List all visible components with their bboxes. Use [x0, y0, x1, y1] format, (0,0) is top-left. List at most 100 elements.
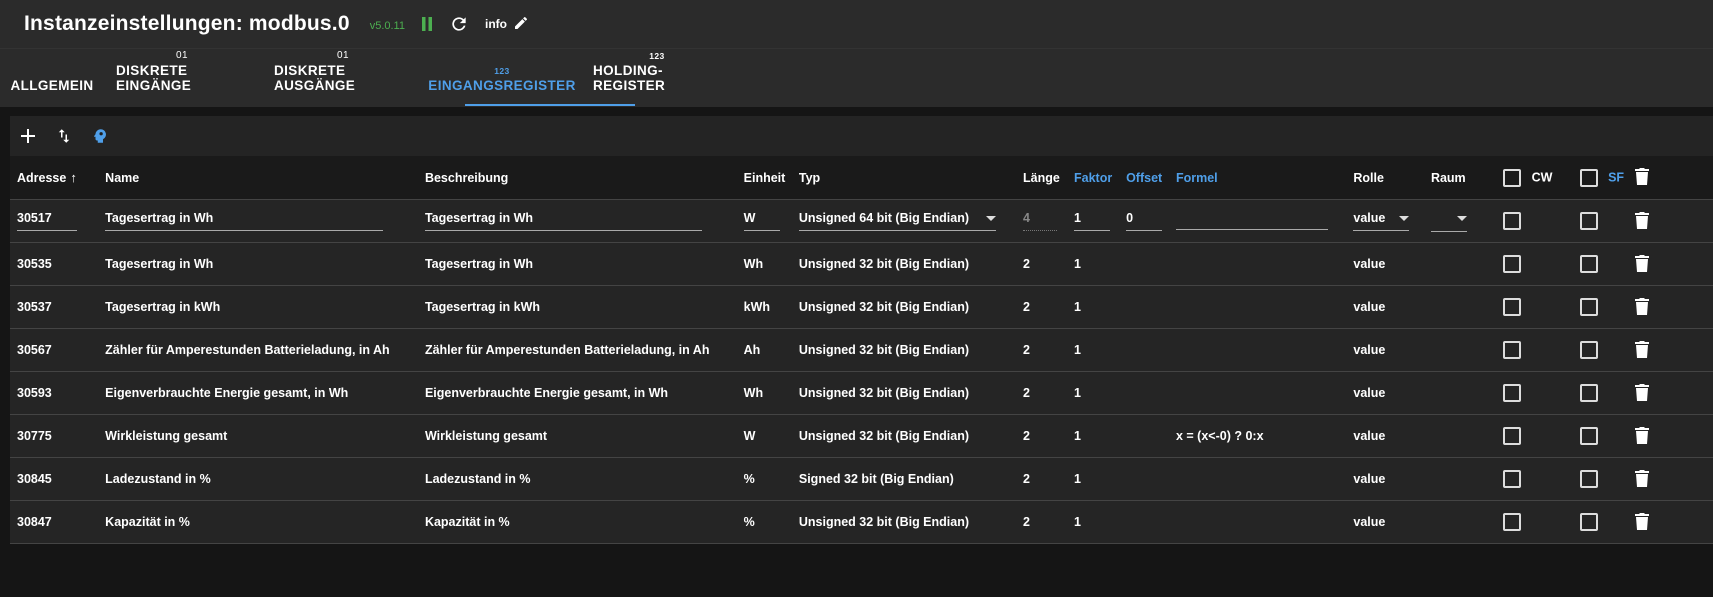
- cell-adresse[interactable]: 30847: [10, 500, 99, 544]
- cell-name[interactable]: Tagesertrag in kWh: [98, 285, 418, 329]
- col-rolle[interactable]: Rolle: [1346, 156, 1424, 200]
- cell-cw[interactable]: [1496, 414, 1573, 458]
- cell-delete[interactable]: [1627, 328, 1713, 372]
- cell-formel[interactable]: [1168, 285, 1347, 329]
- adresse-input[interactable]: 30517: [17, 211, 77, 231]
- cell-name[interactable]: Zähler für Amperestunden Batterieladung,…: [98, 328, 418, 372]
- cw-checkbox[interactable]: [1503, 513, 1522, 531]
- tab-diskrete-eingaenge[interactable]: 01 DISKRETE EINGÄNGE: [116, 49, 248, 107]
- cell-raum[interactable]: [1423, 500, 1497, 544]
- delete-icon[interactable]: [1634, 211, 1649, 229]
- cell-faktor[interactable]: 1: [1067, 371, 1120, 415]
- cell-einheit[interactable]: Ah: [736, 328, 792, 372]
- cell-offset[interactable]: [1119, 285, 1169, 329]
- cell-laenge[interactable]: 2: [1016, 500, 1068, 544]
- cell-raum[interactable]: [1423, 371, 1497, 415]
- cell-laenge[interactable]: 2: [1016, 285, 1068, 329]
- cw-checkbox[interactable]: [1503, 255, 1522, 273]
- cell-formel[interactable]: [1168, 500, 1347, 544]
- cell-sf[interactable]: [1572, 199, 1628, 243]
- name-input[interactable]: Tagesertrag in Wh: [105, 211, 384, 231]
- cell-sf[interactable]: [1572, 242, 1628, 286]
- col-faktor[interactable]: Faktor: [1067, 156, 1120, 200]
- add-icon[interactable]: [16, 124, 40, 148]
- cell-sf[interactable]: [1572, 371, 1628, 415]
- cw-checkbox[interactable]: [1503, 212, 1522, 230]
- cell-beschreibung[interactable]: Eigenverbrauchte Energie gesamt, in Wh: [417, 371, 737, 415]
- col-laenge[interactable]: Länge: [1016, 156, 1068, 200]
- cell-sf[interactable]: [1572, 328, 1628, 372]
- col-einheit[interactable]: Einheit: [736, 156, 792, 200]
- cell-faktor[interactable]: 1: [1067, 242, 1120, 286]
- cell-einheit[interactable]: W: [736, 199, 792, 243]
- cell-formel[interactable]: [1168, 328, 1347, 372]
- cell-delete[interactable]: [1627, 242, 1713, 286]
- cell-rolle[interactable]: value: [1346, 199, 1424, 243]
- cell-sf[interactable]: [1572, 457, 1628, 501]
- cell-sf[interactable]: [1572, 285, 1628, 329]
- cell-laenge[interactable]: 2: [1016, 414, 1068, 458]
- cell-raum[interactable]: [1423, 242, 1497, 286]
- delete-icon[interactable]: [1634, 426, 1649, 444]
- cell-faktor[interactable]: 1: [1067, 457, 1120, 501]
- cell-laenge[interactable]: 2: [1016, 371, 1068, 415]
- cell-cw[interactable]: [1496, 328, 1573, 372]
- cell-offset[interactable]: 0: [1119, 199, 1169, 243]
- cell-beschreibung[interactable]: Kapazität in %: [417, 500, 737, 544]
- cell-delete[interactable]: [1627, 457, 1713, 501]
- cw-checkbox[interactable]: [1503, 470, 1522, 488]
- info-button[interactable]: info: [485, 15, 529, 34]
- head-icon[interactable]: [88, 124, 112, 148]
- cell-formel[interactable]: [1168, 199, 1347, 243]
- cell-rolle[interactable]: value: [1346, 328, 1424, 372]
- cell-beschreibung[interactable]: Tagesertrag in Wh: [417, 199, 737, 243]
- cell-rolle[interactable]: value: [1346, 242, 1424, 286]
- cell-offset[interactable]: [1119, 328, 1169, 372]
- cell-cw[interactable]: [1496, 500, 1573, 544]
- cell-cw[interactable]: [1496, 242, 1573, 286]
- cell-beschreibung[interactable]: Wirkleistung gesamt: [417, 414, 737, 458]
- cell-name[interactable]: Eigenverbrauchte Energie gesamt, in Wh: [98, 371, 418, 415]
- cell-adresse[interactable]: 30537: [10, 285, 99, 329]
- cell-name[interactable]: Tagesertrag in Wh: [98, 199, 418, 243]
- sf-checkbox[interactable]: [1579, 384, 1598, 402]
- cell-laenge[interactable]: 2: [1016, 242, 1068, 286]
- cell-faktor[interactable]: 1: [1067, 199, 1120, 243]
- cell-adresse[interactable]: 30593: [10, 371, 99, 415]
- select-all-sf-checkbox[interactable]: [1579, 168, 1598, 187]
- cell-rolle[interactable]: value: [1346, 371, 1424, 415]
- cell-offset[interactable]: [1119, 371, 1169, 415]
- cell-rolle[interactable]: value: [1346, 414, 1424, 458]
- delete-icon[interactable]: [1634, 469, 1649, 487]
- delete-all-icon[interactable]: [1634, 167, 1649, 185]
- cell-faktor[interactable]: 1: [1067, 414, 1120, 458]
- col-formel[interactable]: Formel: [1168, 156, 1347, 200]
- cell-typ[interactable]: Unsigned 32 bit (Big Endian): [791, 242, 1017, 286]
- cell-einheit[interactable]: kWh: [736, 285, 792, 329]
- typ-select[interactable]: Unsigned 64 bit (Big Endian): [798, 211, 996, 231]
- cell-raum[interactable]: [1423, 457, 1497, 501]
- cell-name[interactable]: Kapazität in %: [98, 500, 418, 544]
- cell-sf[interactable]: [1572, 414, 1628, 458]
- sf-checkbox[interactable]: [1579, 470, 1598, 488]
- rolle-select[interactable]: value: [1353, 211, 1410, 231]
- cell-faktor[interactable]: 1: [1067, 285, 1120, 329]
- cell-cw[interactable]: [1496, 199, 1573, 243]
- cell-sf[interactable]: [1572, 500, 1628, 544]
- cell-delete[interactable]: [1627, 371, 1713, 415]
- delete-icon[interactable]: [1634, 512, 1649, 530]
- cw-checkbox[interactable]: [1503, 298, 1522, 316]
- col-typ[interactable]: Typ: [791, 156, 1017, 200]
- cell-beschreibung[interactable]: Zähler für Amperestunden Batterieladung,…: [417, 328, 737, 372]
- delete-icon[interactable]: [1634, 340, 1649, 358]
- col-offset[interactable]: Offset: [1119, 156, 1169, 200]
- cell-typ[interactable]: Unsigned 32 bit (Big Endian): [791, 328, 1017, 372]
- cell-rolle[interactable]: value: [1346, 285, 1424, 329]
- cell-delete[interactable]: [1627, 414, 1713, 458]
- sf-checkbox[interactable]: [1579, 298, 1598, 316]
- cell-typ[interactable]: Signed 32 bit (Big Endian): [791, 457, 1017, 501]
- tab-diskrete-ausgaenge[interactable]: 01 DISKRETE AUSGÄNGE: [274, 49, 412, 107]
- cw-checkbox[interactable]: [1503, 427, 1522, 445]
- sf-checkbox[interactable]: [1579, 341, 1598, 359]
- cell-adresse[interactable]: 30535: [10, 242, 99, 286]
